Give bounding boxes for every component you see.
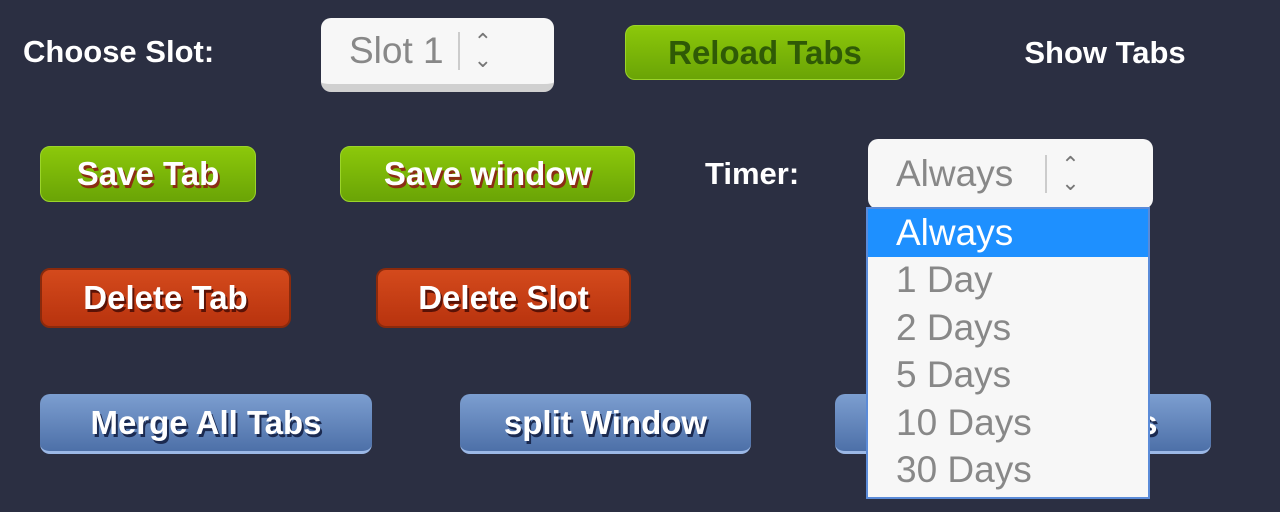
choose-slot-label: Choose Slot:	[23, 34, 215, 69]
show-tabs-button[interactable]: Show Tabs	[980, 25, 1230, 80]
timer-dropdown-list[interactable]: Always 1 Day 2 Days 5 Days 10 Days 30 Da…	[866, 207, 1150, 499]
timer-option-1-day[interactable]: 1 Day	[868, 257, 1148, 305]
save-tab-button[interactable]: Save Tab	[40, 146, 256, 202]
chevron-updown-icon: ⌃ ⌄	[1061, 152, 1080, 195]
split-window-button[interactable]: split Window	[460, 394, 751, 454]
slot-select-value: Slot 1	[349, 30, 444, 71]
chevron-updown-icon: ⌃ ⌄	[473, 29, 493, 72]
save-window-button[interactable]: Save window	[340, 146, 635, 202]
timer-label: Timer:	[705, 156, 800, 191]
timer-option-always[interactable]: Always	[868, 209, 1148, 257]
timer-option-30-days[interactable]: 30 Days	[868, 447, 1148, 495]
delete-slot-button[interactable]: Delete Slot	[376, 268, 631, 328]
delete-tab-button[interactable]: Delete Tab	[40, 268, 291, 328]
timer-select-value: Always	[896, 153, 1014, 194]
timer-option-5-days[interactable]: 5 Days	[868, 352, 1148, 400]
merge-all-tabs-button[interactable]: Merge All Tabs	[40, 394, 372, 454]
reload-tabs-button[interactable]: Reload Tabs	[625, 25, 905, 80]
slot-select[interactable]: Slot 1 ⌃ ⌄	[321, 18, 554, 92]
timer-option-10-days[interactable]: 10 Days	[868, 399, 1148, 447]
timer-option-2-days[interactable]: 2 Days	[868, 304, 1148, 352]
timer-select[interactable]: Always ⌃ ⌄	[868, 139, 1153, 209]
